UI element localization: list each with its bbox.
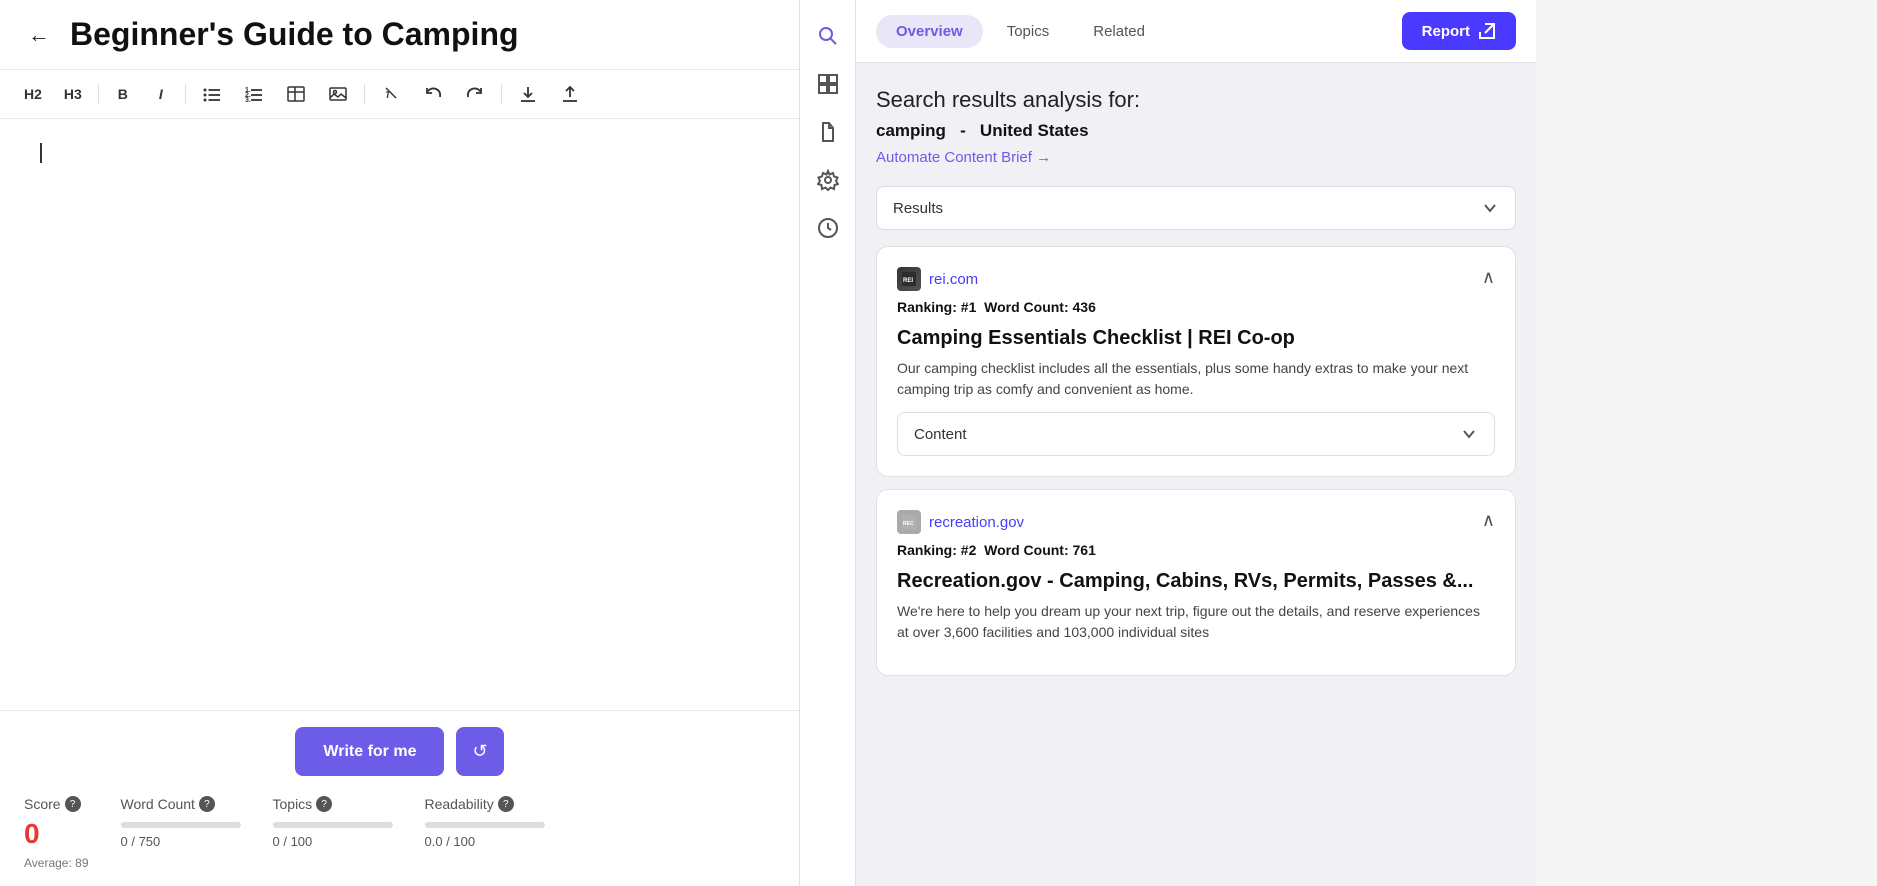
readability-bar	[425, 822, 545, 828]
bullet-list-button[interactable]	[194, 78, 230, 110]
export-button[interactable]	[552, 78, 588, 110]
numbered-list-button[interactable]: 1. 2. 3.	[236, 78, 272, 110]
word-count-help-icon[interactable]: ?	[199, 796, 215, 812]
results-dropdown[interactable]: Results	[876, 186, 1516, 230]
svg-text:REI: REI	[903, 278, 913, 284]
tab-related[interactable]: Related	[1073, 15, 1165, 48]
readability-value: 0.0 / 100	[425, 834, 545, 849]
result-2-page-title: Recreation.gov - Camping, Cabins, RVs, P…	[897, 570, 1495, 593]
toolbar-divider-2	[185, 84, 186, 104]
score-label: Score ?	[24, 796, 89, 812]
topics-value: 0 / 100	[273, 834, 393, 849]
automate-content-brief-link[interactable]: Automate Content Brief →	[876, 149, 1516, 166]
result-domain-row-2: REC recreation.gov	[897, 510, 1024, 534]
result-1-description: Our camping checklist includes all the e…	[897, 358, 1495, 400]
result-card-2-header: REC recreation.gov ∧	[897, 510, 1495, 534]
score-metric: Score ? 0 Average: 89	[24, 796, 89, 870]
topics-bar	[273, 822, 393, 828]
redo-button[interactable]	[457, 78, 493, 110]
editor-panel: ← Beginner's Guide to Camping H2 H3 B I …	[0, 0, 800, 886]
word-count-label: Word Count ?	[121, 796, 241, 812]
topics-metric: Topics ? 0 / 100	[273, 796, 393, 849]
result-2-description: We're here to help you dream up your nex…	[897, 601, 1495, 643]
result-1-chevron-icon[interactable]: ∧	[1482, 267, 1495, 288]
tabs-row: Overview Topics Related	[876, 15, 1165, 48]
editor-header: ← Beginner's Guide to Camping	[0, 0, 799, 70]
clear-format-button[interactable]: T	[373, 78, 409, 110]
sidebar-clock-button[interactable]	[808, 208, 848, 248]
bold-button[interactable]: B	[107, 78, 139, 110]
score-avg: Average: 89	[24, 856, 89, 870]
report-button[interactable]: Report	[1402, 12, 1516, 50]
editor-body[interactable]	[0, 119, 799, 710]
analysis-subtitle: camping - United States	[876, 121, 1516, 141]
readability-label: Readability ?	[425, 796, 545, 812]
toolbar-divider-4	[501, 84, 502, 104]
word-count-bar	[121, 822, 241, 828]
result-1-ranking: Ranking: #1 Word Count: 436	[897, 299, 1495, 315]
result-2-ranking: Ranking: #2 Word Count: 761	[897, 542, 1495, 558]
right-panel: Overview Topics Related Report Search re…	[856, 0, 1536, 886]
editor-footer: Write for me ↺ Score ? 0 Average: 89 Wor…	[0, 710, 799, 886]
tab-overview[interactable]: Overview	[876, 15, 983, 48]
score-value: 0	[24, 818, 89, 850]
refresh-button[interactable]: ↺	[456, 727, 503, 776]
recreation-domain-link[interactable]: recreation.gov	[929, 514, 1024, 531]
result-1-content-dropdown[interactable]: Content	[897, 412, 1495, 456]
back-button[interactable]: ←	[24, 22, 54, 48]
svg-text:3.: 3.	[245, 97, 251, 104]
toolbar-divider-3	[364, 84, 365, 104]
tab-topics[interactable]: Topics	[987, 15, 1070, 48]
h2-button[interactable]: H2	[16, 78, 50, 110]
undo-button[interactable]	[415, 78, 451, 110]
toolbar: H2 H3 B I 1. 2. 3.	[0, 70, 799, 119]
editor-title: Beginner's Guide to Camping	[70, 16, 519, 53]
write-for-me-button[interactable]: Write for me	[295, 727, 444, 776]
analysis-keyword: camping	[876, 121, 946, 140]
analysis-title: Search results analysis for:	[876, 87, 1516, 113]
sidebar-settings-button[interactable]	[808, 160, 848, 200]
result-card-1-header: REI rei.com ∧	[897, 267, 1495, 291]
recreation-favicon: REC	[897, 510, 921, 534]
sidebar-search-button[interactable]	[808, 16, 848, 56]
image-button[interactable]	[320, 78, 356, 110]
italic-button[interactable]: I	[145, 78, 177, 110]
result-domain-row-1: REI rei.com	[897, 267, 978, 291]
right-header: Overview Topics Related Report	[856, 0, 1536, 63]
score-help-icon[interactable]: ?	[65, 796, 81, 812]
toolbar-divider-1	[98, 84, 99, 104]
sidebar-grid-button[interactable]	[808, 64, 848, 104]
topics-label: Topics ?	[273, 796, 393, 812]
analysis-region: United States	[980, 121, 1089, 140]
write-for-me-area: Write for me ↺	[24, 727, 775, 776]
result-2-chevron-icon[interactable]: ∧	[1482, 510, 1495, 531]
right-body: Search results analysis for: camping - U…	[856, 63, 1536, 886]
word-count-metric: Word Count ? 0 / 750	[121, 796, 241, 849]
readability-help-icon[interactable]: ?	[498, 796, 514, 812]
svg-text:REC: REC	[903, 521, 914, 527]
topics-help-icon[interactable]: ?	[316, 796, 332, 812]
h3-button[interactable]: H3	[56, 78, 90, 110]
result-card-2: REC recreation.gov ∧ Ranking: #2 Word Co…	[876, 489, 1516, 676]
result-1-page-title: Camping Essentials Checklist | REI Co-op	[897, 327, 1495, 350]
svg-text:T: T	[385, 90, 392, 100]
rei-domain-link[interactable]: rei.com	[929, 271, 978, 288]
rei-favicon: REI	[897, 267, 921, 291]
word-count-value: 0 / 750	[121, 834, 241, 849]
sidebar-icons	[800, 0, 856, 886]
text-cursor	[40, 143, 42, 163]
analysis-separator: -	[960, 121, 966, 140]
result-card-1: REI rei.com ∧ Ranking: #1 Word Count: 43…	[876, 246, 1516, 477]
import-button[interactable]	[510, 78, 546, 110]
readability-metric: Readability ? 0.0 / 100	[425, 796, 545, 849]
sidebar-document-button[interactable]	[808, 112, 848, 152]
metrics-row: Score ? 0 Average: 89 Word Count ? 0 / 7…	[24, 796, 775, 870]
table-button[interactable]	[278, 78, 314, 110]
